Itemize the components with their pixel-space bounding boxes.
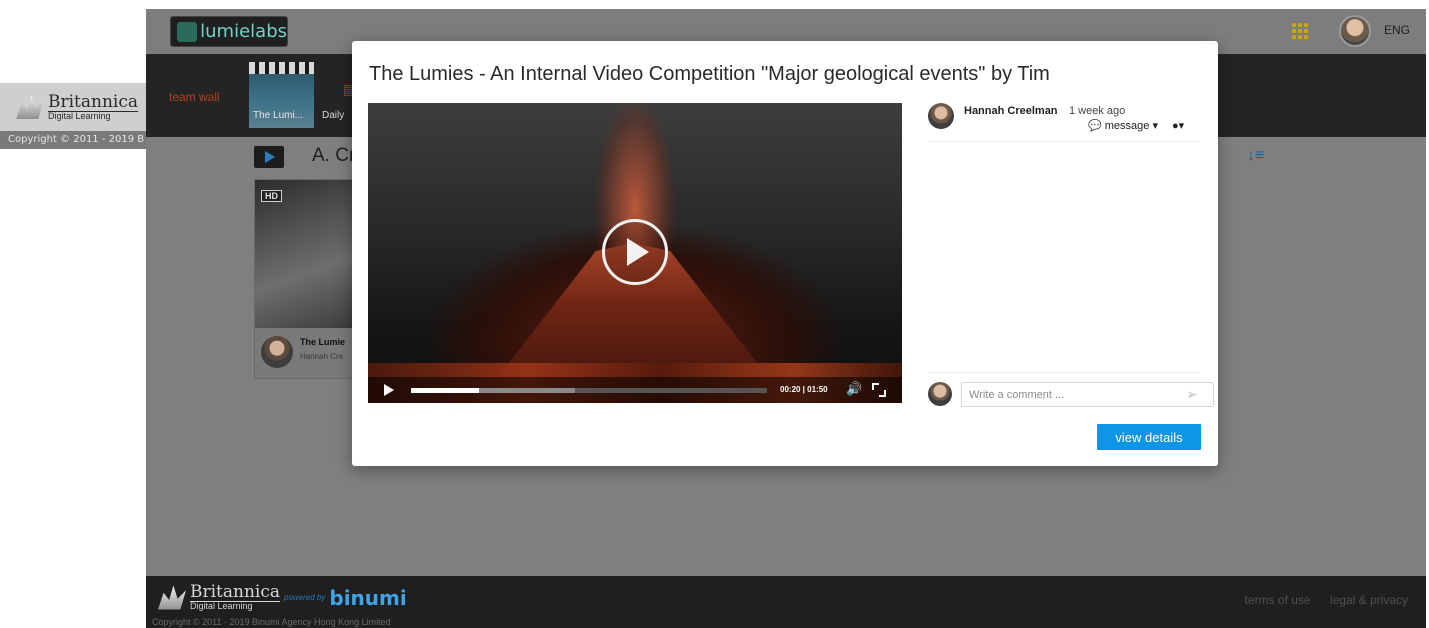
apps-grid-icon[interactable]	[1292, 23, 1308, 39]
footer-britannica-subtext: Digital Learning	[190, 601, 281, 611]
video-player[interactable]: 00:20 | 01:50 🔊	[368, 103, 902, 403]
hd-badge: HD	[261, 190, 282, 202]
terms-of-use-link[interactable]: terms of use	[1245, 593, 1311, 607]
footer: Britannica Digital Learning powered by b…	[146, 576, 1426, 628]
time-display: 00:20 | 01:50	[780, 385, 828, 394]
progress-bar[interactable]	[411, 388, 767, 393]
footer-britannica-logo: Britannica Digital Learning	[158, 582, 281, 611]
lumielabs-logo[interactable]: lumielabs	[170, 16, 288, 47]
nav-team-wall[interactable]: team wall	[169, 90, 220, 104]
footer-copyright: Copyright © 2011 - 2019 Binumi Agency Ho…	[152, 617, 391, 627]
comment-input[interactable]	[961, 382, 1214, 407]
message-label: message	[1104, 120, 1150, 132]
footer-britannica-text: Britannica	[190, 582, 281, 602]
britannica-logo: Britannica Digital Learning	[0, 83, 148, 131]
language-selector[interactable]: ENG	[1384, 23, 1410, 37]
progress-fill	[411, 388, 479, 393]
lumielabs-mark-icon	[177, 21, 198, 42]
section-title: A. Cr	[312, 145, 356, 166]
commenter-name[interactable]: Hannah Creelman	[964, 105, 1058, 117]
nav-video-thumbnail[interactable]: The Lumi...	[249, 62, 314, 128]
divider	[928, 141, 1200, 142]
video-card-thumbnail[interactable]	[255, 180, 363, 328]
volume-icon[interactable]: 🔊	[846, 381, 862, 397]
powered-by-text: powered by	[284, 593, 326, 602]
binumi-logo: binumi	[329, 585, 407, 610]
sort-icon[interactable]: ↓≡	[1247, 147, 1264, 165]
footer-links: terms of use legal & privacy	[1229, 593, 1408, 607]
card-title[interactable]: The Lumie	[300, 337, 345, 347]
status-dot-dropdown[interactable]: ●▾	[1172, 119, 1184, 132]
side-copyright: Copyright © 2011 - 2019 B	[0, 131, 148, 149]
filmstrip-icon	[249, 62, 314, 74]
view-details-button[interactable]: view details	[1097, 424, 1201, 450]
britannica-thistle-icon	[16, 95, 44, 119]
user-avatar[interactable]	[1339, 15, 1371, 47]
divider	[928, 372, 1200, 373]
send-icon[interactable]: ➢	[1186, 386, 1198, 403]
footer-brand: Britannica Digital Learning powered by b…	[158, 584, 407, 611]
britannica-side-banner: Britannica Digital Learning Copyright © …	[0, 83, 148, 149]
play-button[interactable]	[602, 219, 668, 285]
commenter-avatar[interactable]	[928, 103, 954, 129]
fullscreen-icon[interactable]	[872, 383, 886, 397]
card-author: Hannah Cre	[300, 352, 344, 361]
section-play-icon[interactable]	[254, 146, 284, 168]
message-button[interactable]: 💬 message ▾	[1088, 119, 1158, 132]
play-icon[interactable]	[384, 384, 394, 396]
current-user-avatar	[928, 382, 952, 406]
legal-privacy-link[interactable]: legal & privacy	[1330, 593, 1408, 607]
comment-time: 1 week ago	[1069, 105, 1126, 117]
nav-daily[interactable]: Daily	[322, 110, 344, 121]
modal-title: The Lumies - An Internal Video Competiti…	[369, 63, 1050, 85]
card-author-avatar	[261, 336, 293, 368]
logo-text: lumielabs	[200, 21, 287, 42]
video-card[interactable]: HD The Lumie Hannah Cre	[254, 179, 364, 379]
britannica-logo-text: Britannica	[48, 91, 139, 112]
player-controls: 00:20 | 01:50 🔊	[368, 377, 902, 403]
video-modal: The Lumies - An Internal Video Competiti…	[352, 41, 1218, 466]
thumbnail-label: The Lumi...	[253, 110, 304, 121]
britannica-logo-subtext: Digital Learning	[48, 110, 139, 121]
footer-thistle-icon	[158, 585, 186, 610]
